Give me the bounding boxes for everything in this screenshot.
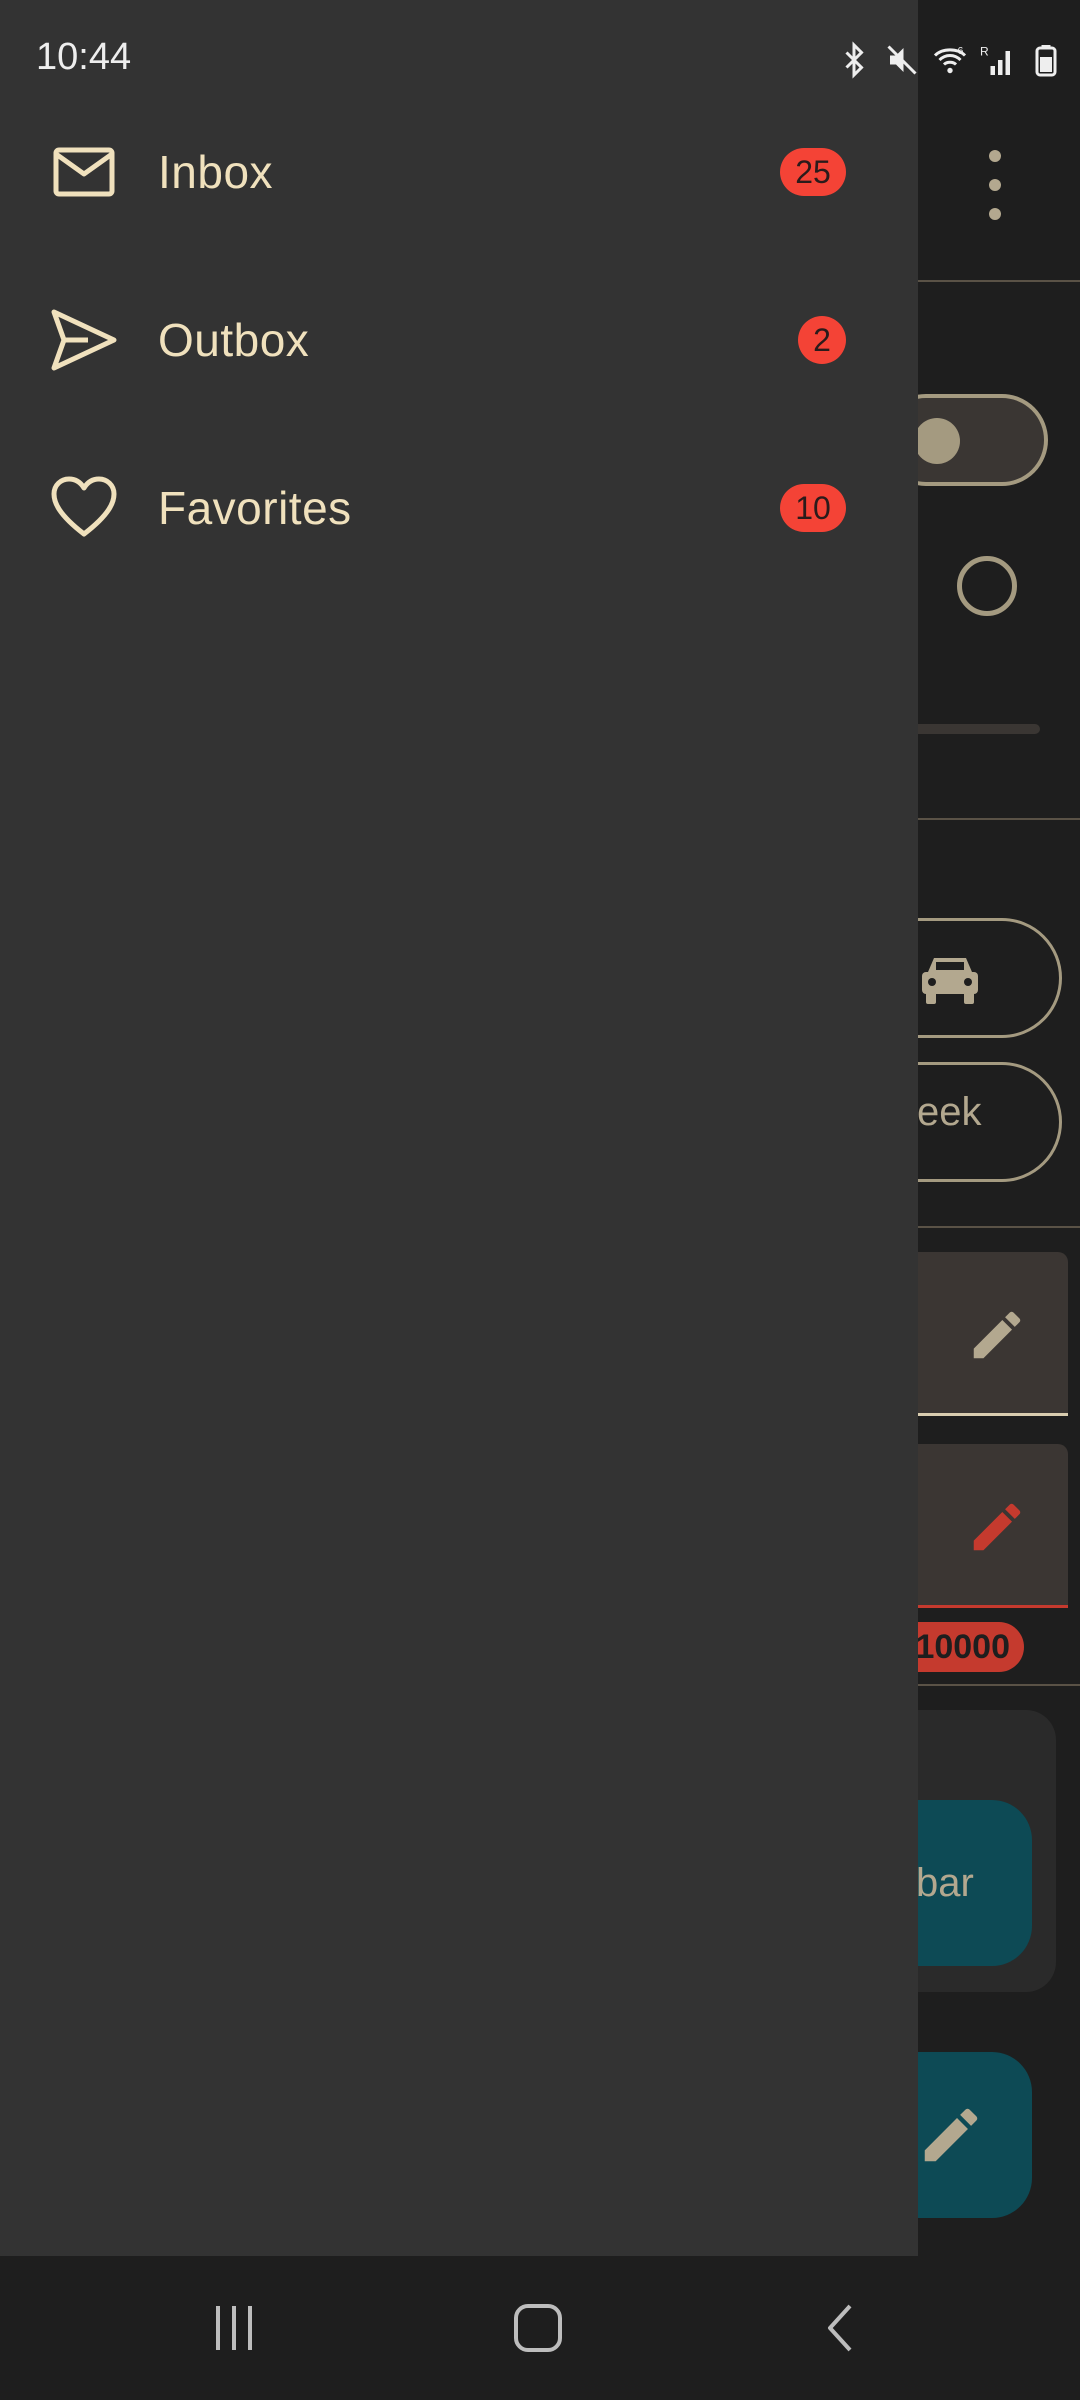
- mute-icon: [887, 45, 917, 75]
- signal-icon: R: [980, 45, 1010, 75]
- drawer-item-favorites[interactable]: Favorites 10: [0, 424, 918, 592]
- drawer-item-label: Inbox: [158, 146, 274, 198]
- pencil-icon: [973, 1311, 1021, 1359]
- mail-icon: [53, 147, 115, 197]
- status-bar: 10:44 6 R: [0, 0, 1080, 120]
- pencil-icon: [924, 2108, 978, 2162]
- battery-icon: [1035, 45, 1057, 77]
- wifi-icon: 6: [933, 45, 967, 74]
- heart-icon: [51, 476, 117, 537]
- drawer-item-label: Outbox: [158, 314, 310, 366]
- recent-apps-button[interactable]: [204, 2298, 264, 2358]
- more-options-icon[interactable]: [980, 150, 1010, 220]
- navigation-drawer: Inbox 25 Outbox 2 Favorites 10: [0, 0, 918, 2256]
- fab-label: bar: [916, 1860, 974, 1905]
- back-button[interactable]: [812, 2298, 872, 2358]
- unread-count-badge: 2: [798, 316, 846, 364]
- drawer-item-label: Favorites: [158, 482, 352, 534]
- roaming-label: R: [980, 45, 989, 59]
- send-icon: [51, 309, 117, 371]
- system-navigation-bar: [0, 2256, 1080, 2400]
- network-label: 6: [958, 45, 964, 57]
- unread-count-badge: 25: [780, 148, 846, 196]
- status-icons: 6 R: [836, 40, 1064, 80]
- status-time: 10:44: [36, 36, 132, 78]
- unread-count-badge: 10: [780, 484, 846, 532]
- car-icon: [922, 958, 978, 1004]
- pencil-icon: [973, 1503, 1021, 1551]
- radio-button[interactable]: [957, 556, 1017, 616]
- bluetooth-icon: [845, 41, 864, 79]
- drawer-item-outbox[interactable]: Outbox 2: [0, 256, 918, 424]
- home-button[interactable]: [508, 2298, 568, 2358]
